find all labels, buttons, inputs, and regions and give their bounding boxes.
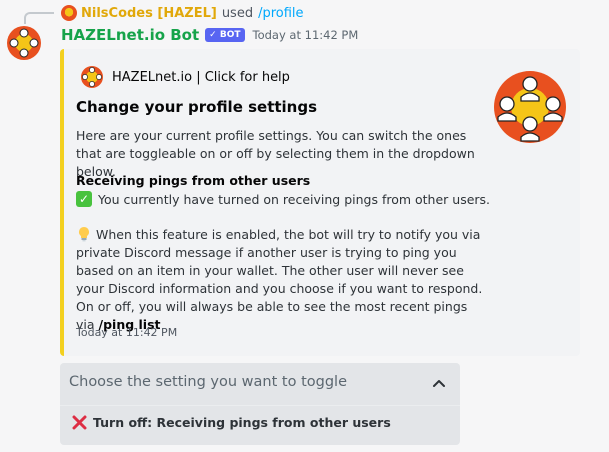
select-option-label[interactable]: Turn off: Receiving pings from other use… [93, 415, 391, 430]
cross-mark-icon [72, 415, 87, 430]
embed-author[interactable]: HAZELnet.io | Click for help [80, 65, 290, 89]
message-header: HAZELnet.io Bot ✓ BOT Today at 11:42 PM [61, 25, 358, 45]
select-option-turn-off-pings[interactable]: Turn off: Receiving pings from other use… [72, 415, 391, 430]
embed-field-name: Receiving pings from other users [76, 173, 311, 188]
reply-command[interactable]: /profile [258, 6, 303, 21]
light-bulb-icon [79, 227, 89, 242]
reply-connector [24, 12, 54, 24]
select-divider [60, 405, 460, 406]
embed-thumbnail[interactable] [493, 70, 567, 144]
replied-user-avatar[interactable] [61, 5, 77, 21]
embed-info-text: When this feature is enabled, the bot wi… [76, 226, 484, 334]
bot-badge: ✓ BOT [205, 28, 245, 42]
reply-used-text: used [221, 5, 254, 21]
embed-field-value: ✓ You currently have turned on receiving… [76, 191, 490, 207]
white-check-mark-icon: ✓ [76, 191, 92, 207]
replied-username[interactable]: NilsCodes [HAZEL] [81, 6, 217, 21]
message-timestamp: Today at 11:42 PM [252, 28, 359, 42]
embed: HAZELnet.io | Click for help Change your… [60, 49, 580, 356]
bot-username[interactable]: HAZELnet.io Bot [61, 26, 199, 44]
reply-reference[interactable]: NilsCodes [HAZEL] used /profile [61, 4, 304, 22]
embed-footer-timestamp: Today at 11:42 PM [76, 326, 178, 339]
bot-avatar[interactable] [6, 25, 42, 61]
chevron-up-icon[interactable] [432, 378, 446, 388]
settings-select-menu[interactable]: Choose the setting you want to toggle Tu… [60, 363, 460, 445]
embed-title: Change your profile settings [76, 98, 318, 116]
bot-badge-label: BOT [219, 30, 241, 40]
select-placeholder[interactable]: Choose the setting you want to toggle [69, 374, 347, 390]
hazelnet-logo-icon [81, 66, 103, 88]
embed-field-value-text: You currently have turned on receiving p… [98, 191, 491, 207]
embed-author-name[interactable]: HAZELnet.io | Click for help [112, 70, 290, 85]
